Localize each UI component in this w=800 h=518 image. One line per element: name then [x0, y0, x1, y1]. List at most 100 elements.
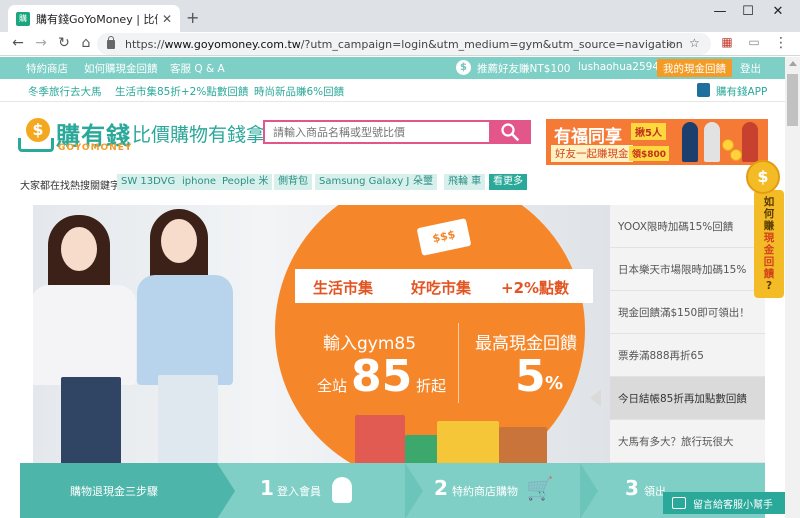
shopping-cart-icon: 🛒: [526, 477, 554, 502]
nav-partner-stores[interactable]: 特約商店: [26, 61, 68, 76]
logout-link[interactable]: 登出: [740, 61, 761, 76]
shopping-bag-image: [355, 415, 405, 465]
step-number: 3: [625, 476, 639, 500]
discount-suffix: 折起: [416, 377, 447, 395]
referral-ad-banner[interactable]: 有福同享 揪5人 好友一起賺現金 領$800: [546, 119, 768, 165]
scroll-thumb[interactable]: [787, 74, 798, 126]
step-chevron: [217, 463, 235, 518]
keyword-tag[interactable]: SW 13DVG: [117, 174, 180, 190]
site-wide-label: 全站: [317, 377, 348, 395]
menu-kebab-icon[interactable]: ⋮: [772, 35, 790, 51]
nav-faq[interactable]: 客服 Q & A: [170, 61, 225, 76]
window-close-button[interactable]: ✕: [763, 4, 793, 19]
side-list-item-active[interactable]: 今日結帳85折再加點數回饋: [610, 377, 765, 420]
keyword-tag[interactable]: 朵璽: [409, 174, 437, 190]
my-cashback-button[interactable]: 我的現金回饋: [657, 59, 732, 77]
how-to-earn-widget[interactable]: 如 何 賺 現 金 回 饋 ?: [754, 190, 784, 298]
ad-person-figure: [682, 122, 698, 162]
logo-cart-icon: [18, 138, 54, 152]
extension-icon-2[interactable]: ▭: [745, 35, 763, 49]
search-input[interactable]: [263, 120, 490, 144]
side-list-item[interactable]: 日本樂天市場限時加碼15%: [610, 248, 765, 291]
step-chevron: [405, 463, 423, 518]
browser-toolbar: ← → ↻ ⌂ https://www.goyomoney.com.tw/?ut…: [0, 32, 800, 56]
market-life-label: 生活市集: [313, 279, 374, 297]
logo-name-en: GOYOMONEY: [58, 143, 133, 153]
step-number: 1: [260, 476, 274, 500]
coin-icon: [730, 149, 742, 161]
forward-arrow-icon[interactable]: →: [32, 35, 50, 51]
more-keywords-button[interactable]: 看更多: [489, 174, 527, 190]
url-text: https://www.goyomoney.com.tw/?utm_campai…: [125, 37, 683, 51]
tab-close-icon[interactable]: ✕: [162, 12, 172, 26]
app-download-link[interactable]: 購有錢APP: [716, 84, 767, 99]
keyword-tag[interactable]: People 米: [218, 174, 273, 190]
hero-banner[interactable]: $$$ 生活市集 好吃市集 +2%點數 輸入gym85 全站 85 折起 最高現…: [33, 205, 610, 465]
percent-sign: %: [545, 373, 564, 394]
hero-divider: [458, 323, 459, 403]
shopping-bag-image: [437, 421, 499, 465]
ad-person-figure: [742, 122, 758, 162]
nav-how-cashback[interactable]: 如何購現金回饋: [84, 61, 158, 76]
side-list-item[interactable]: 票券滿888再折65: [610, 334, 765, 377]
reload-icon[interactable]: ↻: [55, 35, 73, 51]
discount-number: 85: [351, 351, 413, 402]
step-label: 登入會員: [277, 485, 321, 498]
referral-link[interactable]: 推薦好友賺NT$100: [477, 61, 571, 76]
site-favicon-icon: 購: [16, 11, 30, 26]
keyword-tag[interactable]: iphone: [178, 174, 221, 190]
member-avatar-icon: [332, 477, 352, 503]
steps-title: 購物退現金三步驟: [70, 485, 158, 498]
new-tab-button[interactable]: +: [186, 8, 199, 27]
bookmark-star-icon[interactable]: ☆: [689, 36, 700, 50]
address-bar[interactable]: https://www.goyomoney.com.tw/?utm_campai…: [97, 33, 711, 55]
maximize-button[interactable]: ☐: [733, 4, 763, 19]
active-indicator-arrow: [590, 389, 601, 407]
promo-link[interactable]: 時尚新品賺6%回饋: [254, 84, 344, 99]
side-list-item[interactable]: 現金回饋滿$150即可領出！: [610, 291, 765, 334]
scroll-up-icon[interactable]: [789, 61, 797, 66]
ad-badge: 揪5人: [631, 123, 666, 140]
ad-title: 有福同享: [554, 127, 622, 147]
search-button[interactable]: [489, 120, 531, 144]
step-number: 2: [434, 476, 448, 500]
app-icon: [697, 83, 710, 97]
cashback-number: 5: [515, 351, 546, 402]
promo-link[interactable]: 生活市集85折+2%點數回饋: [115, 84, 248, 99]
side-list-item[interactable]: YOOX限時加碼15%回饋: [610, 205, 765, 248]
minimize-button[interactable]: —: [705, 4, 735, 19]
ad-person-figure: [704, 122, 720, 162]
tab-title: 購有錢GoYoMoney | 比價購物有: [36, 12, 158, 26]
search-icon: [501, 123, 519, 141]
shopping-bag-image: [499, 427, 547, 465]
logo-slogan: 比價購物有錢拿: [132, 124, 266, 146]
zoom-icon[interactable]: ⌕: [667, 36, 674, 51]
market-food-label: 好吃市集: [411, 279, 472, 297]
chat-support-button[interactable]: 留言給客服小幫手: [663, 492, 785, 514]
keyword-tag[interactable]: Samsung Galaxy J6: [315, 174, 420, 190]
extension-icon[interactable]: ▦: [718, 35, 736, 49]
floating-coin-icon[interactable]: $: [746, 160, 780, 194]
hot-keywords-label: 大家都在找熱搜關鍵字: [20, 181, 120, 192]
step-chevron: [580, 463, 598, 518]
points-label: +2%點數: [501, 279, 570, 297]
browser-tab[interactable]: 購 購有錢GoYoMoney | 比價購物有 ✕: [8, 5, 180, 32]
three-steps-bar: 購物退現金三步驟 1 登入會員 2 特約商店購物 🛒 3 領出: [20, 463, 765, 518]
side-list-item[interactable]: 大馬有多大？旅行玩很大: [610, 420, 765, 463]
promo-link-bar: 冬季旅行去大馬 生活市集85折+2%點數回饋 時尚新品賺6%回饋 購有錢APP: [0, 79, 785, 102]
ad-badge-amount: 領$800: [629, 146, 670, 161]
ad-subtitle: 好友一起賺現金: [551, 145, 633, 162]
page-scrollbar[interactable]: [785, 57, 800, 518]
keyword-tag[interactable]: 飛輪 車: [444, 174, 486, 190]
site-top-bar: 特約商店 如何購現金回饋 客服 Q & A $ 推薦好友賺NT$100 lush…: [0, 57, 785, 79]
browser-tab-bar: 購 購有錢GoYoMoney | 比價購物有 ✕ + — ☐ ✕: [0, 0, 800, 32]
home-icon[interactable]: ⌂: [77, 35, 95, 51]
lock-icon: [107, 35, 115, 49]
dollar-icon: $: [456, 60, 471, 75]
promo-link[interactable]: 冬季旅行去大馬: [28, 84, 102, 99]
username-link[interactable]: lushaohua2594: [578, 61, 659, 73]
keyword-tag[interactable]: 側背包: [274, 174, 312, 190]
promo-side-list: YOOX限時加碼15%回饋 日本樂天市場限時加碼15% 現金回饋滿$150即可領…: [610, 205, 765, 465]
back-arrow-icon[interactable]: ←: [9, 35, 27, 51]
step-label: 特約商店購物: [452, 485, 518, 498]
